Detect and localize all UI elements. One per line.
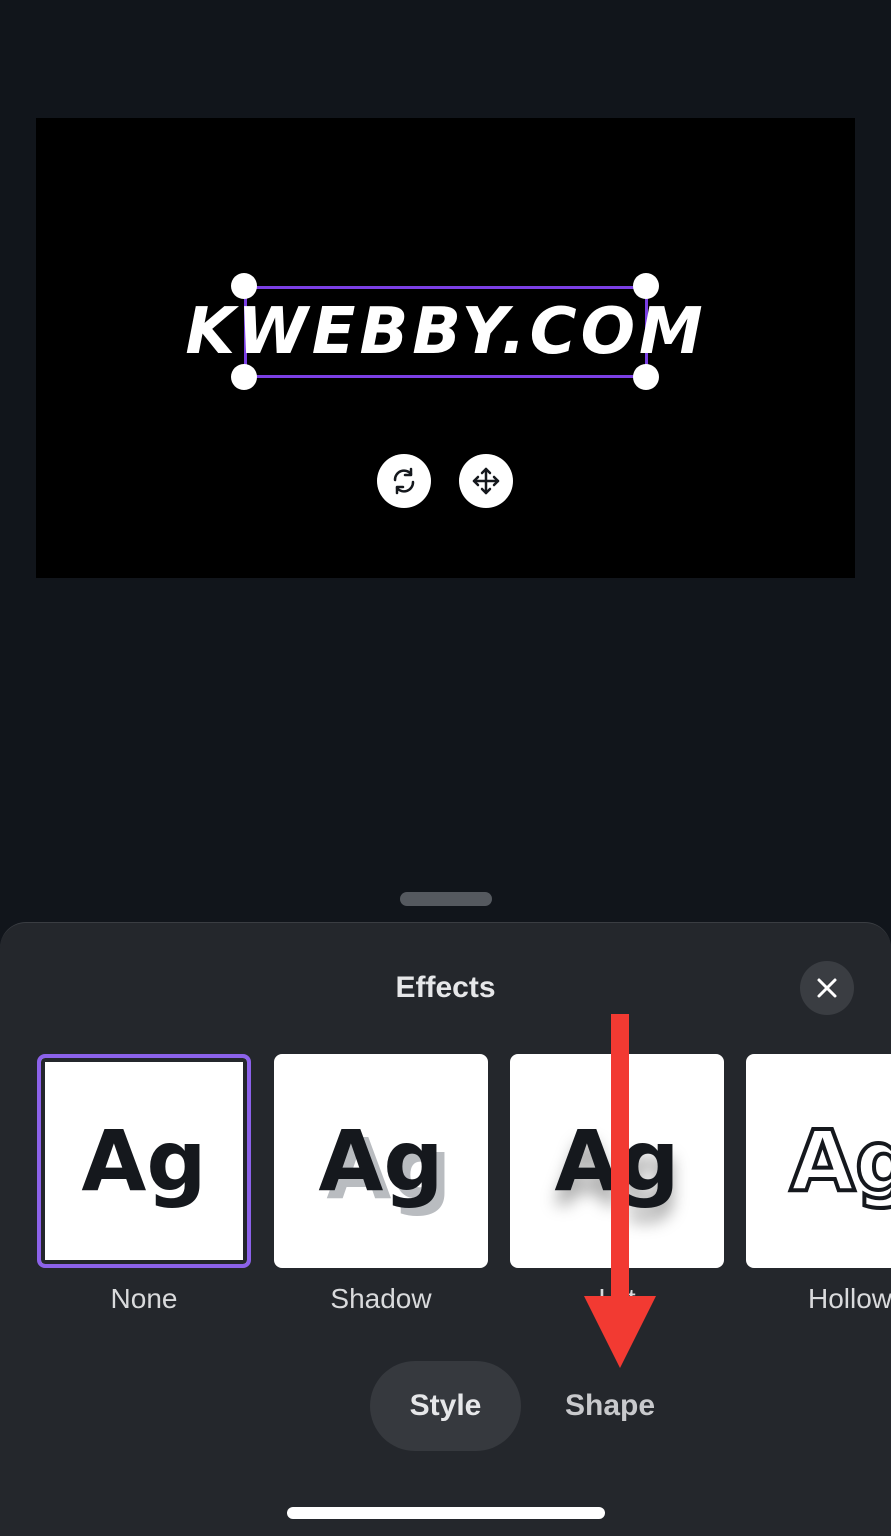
effect-hollow[interactable]: Ag xyxy=(746,1054,891,1268)
move-icon xyxy=(472,467,500,495)
home-indicator[interactable] xyxy=(287,1507,605,1519)
annotation-arrow xyxy=(584,1014,656,1368)
effects-panel: Effects Ag None Ag Shadow Ag Lift Ag Hol… xyxy=(0,922,891,1536)
effect-label-hollow: Hollow xyxy=(808,1283,891,1314)
panel-title: Effects xyxy=(395,971,496,1004)
effect-label-none: None xyxy=(110,1283,178,1314)
resize-handle-bottom-left[interactable] xyxy=(231,364,257,390)
selected-text-element[interactable]: KWEBBY.COM xyxy=(185,286,703,378)
effect-shadow[interactable]: Ag xyxy=(274,1054,488,1268)
resize-handle-top-right[interactable] xyxy=(633,273,659,299)
text-content[interactable]: KWEBBY.COM xyxy=(185,300,706,364)
effect-label-shadow: Shadow xyxy=(330,1283,432,1314)
effect-preview: Ag xyxy=(81,1112,207,1210)
resize-handle-bottom-right[interactable] xyxy=(633,364,659,390)
effect-preview: Ag xyxy=(318,1112,444,1210)
rotate-icon xyxy=(393,467,415,495)
effect-preview: Ag xyxy=(788,1112,891,1210)
rotate-button[interactable] xyxy=(377,454,431,508)
tab-shape[interactable]: Shape xyxy=(540,1361,680,1451)
tab-style[interactable]: Style xyxy=(370,1361,521,1451)
resize-handle-top-left[interactable] xyxy=(231,273,257,299)
panel-tabs: Style Shape xyxy=(0,1361,891,1451)
panel-drag-handle[interactable] xyxy=(400,892,492,906)
close-icon xyxy=(817,978,837,998)
design-canvas[interactable]: KWEBBY.COM xyxy=(36,118,855,578)
move-button[interactable] xyxy=(459,454,513,508)
effect-none[interactable]: Ag xyxy=(37,1054,251,1268)
close-button[interactable] xyxy=(800,961,854,1015)
